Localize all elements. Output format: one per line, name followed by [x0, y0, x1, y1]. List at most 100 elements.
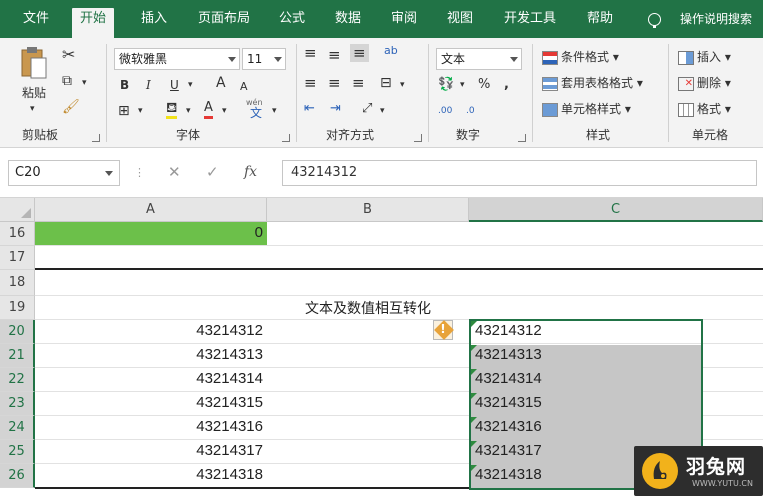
cell-c20[interactable]: 43214312 — [471, 322, 701, 339]
cell-styles-button[interactable]: 单元格样式 ▾ — [542, 100, 631, 118]
tell-me-search[interactable]: 操作说明搜索 — [672, 8, 760, 38]
cell-b21[interactable]: 43214313 — [35, 346, 263, 363]
formula-input[interactable]: 43214312 — [282, 160, 757, 186]
conditional-formatting-button[interactable]: 条件格式 ▾ — [542, 48, 619, 66]
select-all-corner[interactable] — [0, 198, 35, 222]
increase-indent-icon[interactable]: ⇥ — [330, 100, 341, 118]
enter-icon[interactable]: ✓ — [206, 160, 219, 184]
cell-b23[interactable]: 43214315 — [35, 394, 263, 411]
align-left-icon[interactable]: ≡ — [304, 74, 317, 92]
cancel-icon[interactable]: ✕ — [168, 160, 181, 184]
comma-button[interactable]: , — [504, 76, 509, 94]
copy-icon[interactable]: ⧉ — [62, 72, 72, 90]
bold-button[interactable]: B — [120, 76, 129, 94]
font-launcher-icon[interactable] — [282, 134, 290, 142]
row-header-21[interactable]: 21 — [0, 344, 35, 368]
font-color-dropdown-icon[interactable]: ▾ — [222, 102, 227, 120]
alignment-launcher-icon[interactable] — [414, 134, 422, 142]
align-top-icon[interactable]: ≡ — [304, 44, 317, 62]
row-header-20[interactable]: 20 — [0, 320, 35, 344]
paste-dropdown-icon[interactable]: ▾ — [30, 100, 35, 118]
clipboard-launcher-icon[interactable] — [92, 134, 100, 142]
fill-color-dropdown-icon[interactable]: ▾ — [186, 102, 191, 120]
phonetic-button[interactable]: 文 — [250, 104, 262, 122]
increase-decimal-button[interactable]: .00 — [438, 102, 452, 120]
cell-b26[interactable]: 43214318 — [35, 466, 263, 483]
delete-cells-button[interactable]: ✕ 删除 ▾ — [678, 74, 731, 92]
row-header-17[interactable]: 17 — [0, 246, 35, 270]
font-name-select[interactable]: 微软雅黑 — [114, 48, 240, 70]
cell-c23[interactable]: 43214315 — [471, 394, 701, 411]
error-options-button[interactable]: ! — [433, 320, 454, 340]
row-header-23[interactable]: 23 — [0, 392, 35, 416]
number-format-select[interactable]: 文本 — [436, 48, 522, 70]
font-color-button[interactable]: A — [204, 100, 213, 119]
percent-button[interactable]: % — [478, 76, 490, 94]
error-flag-icon — [471, 369, 477, 375]
cell-b24[interactable]: 43214316 — [35, 418, 263, 435]
row-header-22[interactable]: 22 — [0, 368, 35, 392]
tab-help[interactable]: 帮助 — [582, 8, 618, 38]
brush-icon[interactable]: 🖌 — [62, 98, 80, 116]
tab-file[interactable]: 文件 — [18, 8, 54, 38]
cell-b19-title[interactable]: 文本及数值相互转化 — [267, 298, 469, 318]
orientation-dropdown-icon[interactable]: ▾ — [380, 102, 385, 120]
align-right-icon[interactable]: ≡ — [352, 74, 365, 92]
font-size-select[interactable]: 11 — [242, 48, 286, 70]
cell-c21[interactable]: 43214313 — [471, 346, 701, 363]
column-header-b[interactable]: B — [267, 198, 469, 222]
tab-page-layout[interactable]: 页面布局 — [192, 8, 256, 38]
cell-c22[interactable]: 43214314 — [471, 370, 701, 387]
format-as-table-label: 套用表格格式 — [561, 76, 634, 90]
tab-developer[interactable]: 开发工具 — [498, 8, 562, 38]
row-header-18[interactable]: 18 — [0, 270, 35, 296]
row-header-25[interactable]: 25 — [0, 440, 35, 464]
cell-b22[interactable]: 43214314 — [35, 370, 263, 387]
decrease-decimal-button[interactable]: .0 — [466, 102, 475, 120]
format-cells-button[interactable]: 格式 ▾ — [678, 100, 731, 118]
cell-b20[interactable]: 43214312 — [35, 322, 263, 339]
tab-view[interactable]: 视图 — [442, 8, 478, 38]
orientation-icon[interactable]: ⤢ — [362, 100, 372, 118]
tab-insert[interactable]: 插入 — [136, 8, 172, 38]
number-launcher-icon[interactable] — [518, 134, 526, 142]
merge-dropdown-icon[interactable]: ▾ — [400, 76, 405, 94]
tab-home[interactable]: 开始 — [72, 8, 115, 38]
cell-c24[interactable]: 43214316 — [471, 418, 701, 435]
wrap-text-icon[interactable]: ab — [384, 42, 398, 60]
paste-icon[interactable] — [20, 46, 48, 80]
row-header-16[interactable]: 16 — [0, 222, 35, 246]
grow-font-button[interactable]: A — [216, 74, 226, 92]
scissors-icon[interactable]: ✂ — [62, 46, 75, 64]
tab-review[interactable]: 审阅 — [386, 8, 422, 38]
column-header-a[interactable]: A — [35, 198, 267, 222]
currency-dropdown-icon[interactable]: ▾ — [460, 76, 465, 94]
row-header-24[interactable]: 24 — [0, 416, 35, 440]
phonetic-dropdown-icon[interactable]: ▾ — [272, 102, 277, 120]
currency-icon[interactable]: 💱 — [438, 76, 454, 94]
chevron-down-icon — [228, 57, 236, 62]
decrease-indent-icon[interactable]: ⇤ — [304, 100, 315, 118]
insert-cells-button[interactable]: 插入 ▾ — [678, 48, 731, 66]
align-middle-icon[interactable]: ≡ — [328, 46, 341, 64]
merge-center-icon[interactable]: ⊟ — [380, 74, 392, 92]
copy-dropdown-icon[interactable]: ▾ — [82, 74, 87, 92]
underline-dropdown-icon[interactable]: ▾ — [188, 76, 193, 94]
tab-formulas[interactable]: 公式 — [274, 8, 310, 38]
align-center-icon[interactable]: ≡ — [328, 74, 341, 92]
underline-button[interactable]: U — [170, 76, 179, 94]
name-box[interactable]: C20 — [8, 160, 120, 186]
fill-color-icon[interactable]: ⛾ — [166, 100, 178, 119]
cell-a16[interactable]: 0 — [35, 222, 267, 245]
insert-function-icon[interactable]: fx — [244, 160, 257, 184]
row-header-19[interactable]: 19 — [0, 296, 35, 320]
row-header-26[interactable]: 26 — [0, 464, 35, 488]
borders-icon[interactable]: ⊞ — [118, 102, 130, 120]
cell-b25[interactable]: 43214317 — [35, 442, 263, 459]
tab-data[interactable]: 数据 — [330, 8, 366, 38]
borders-dropdown-icon[interactable]: ▾ — [138, 102, 143, 120]
align-bottom-icon[interactable]: ≡ — [350, 44, 369, 62]
format-as-table-button[interactable]: 套用表格格式 ▾ — [542, 74, 643, 92]
column-header-c[interactable]: C — [469, 198, 763, 222]
italic-button[interactable]: I — [146, 76, 151, 94]
